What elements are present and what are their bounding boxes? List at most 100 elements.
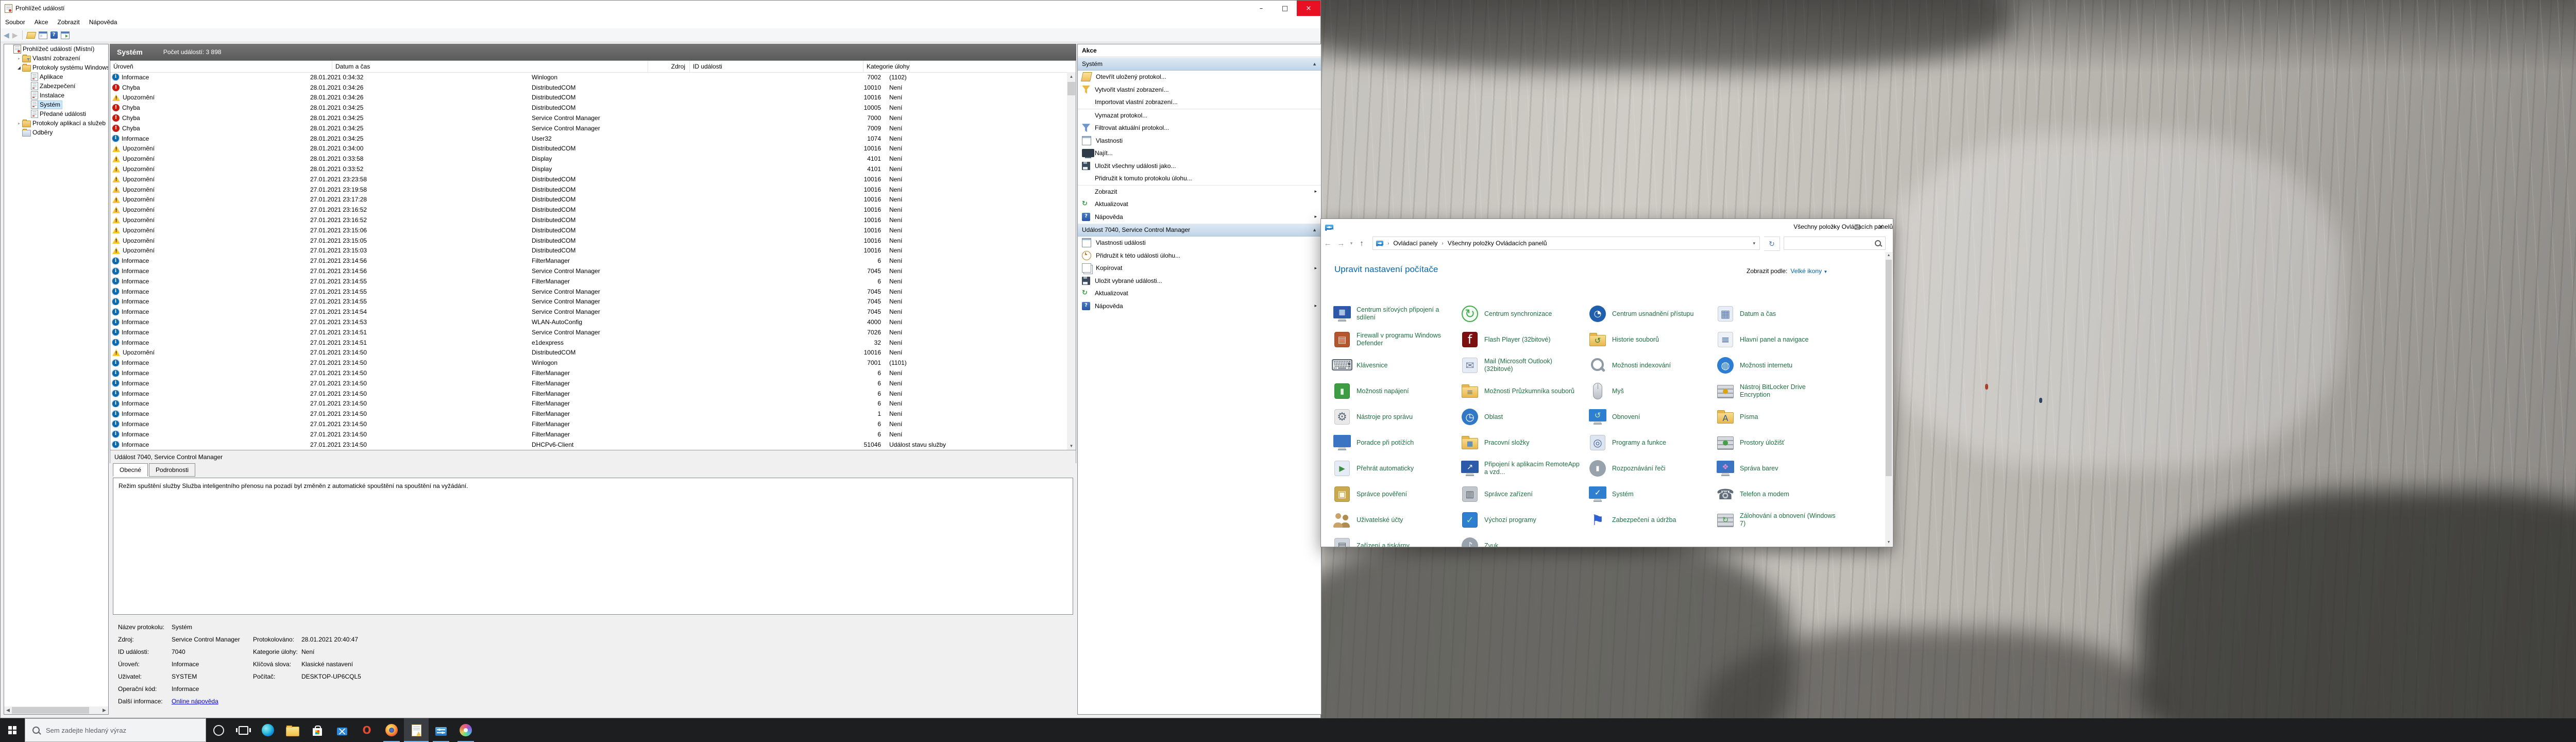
control-panel-item[interactable]: ≡ Hlavní panel a navigace (1716, 328, 1839, 351)
taskbar-app-task-view[interactable] (231, 718, 256, 742)
refresh-icon[interactable]: ↻ (1764, 237, 1780, 251)
taskbar-app-edge[interactable] (256, 718, 280, 742)
action-item[interactable]: Zobrazit ▸ (1078, 184, 1321, 198)
help-icon[interactable] (50, 31, 58, 39)
event-row[interactable]: Upozornění 27.01.2021 23:15:05 Distribut… (110, 235, 1067, 246)
control-panel-item[interactable]: ✓ Výchozí programy (1460, 508, 1584, 532)
taskbar-app-mail[interactable] (330, 718, 354, 742)
up-icon[interactable]: ↑ (1355, 239, 1368, 248)
taskbar-app-control-panel[interactable] (429, 718, 453, 742)
event-row[interactable]: Informace 28.01.2021 0:34:25 User32 1074… (110, 133, 1067, 144)
action-item[interactable]: Přidružit k tomuto protokolu úlohu...▸ (1078, 172, 1321, 185)
menu-item[interactable]: Soubor (1, 16, 30, 28)
tree-item-root[interactable]: Prohlížeč událostí (Místní) (4, 44, 108, 54)
menu-item[interactable]: Akce (30, 16, 53, 28)
control-panel-item[interactable]: ↻ Zálohování a obnovení (Windows 7) (1716, 508, 1839, 532)
control-panel-item[interactable]: Možnosti indexování (1588, 353, 1711, 377)
column-header[interactable]: Kategorie úlohy (863, 61, 910, 72)
taskbar-search-input[interactable]: Sem zadejte hledaný výraz (25, 718, 206, 742)
column-header[interactable]: ID události (690, 61, 863, 72)
control-panel-item[interactable]: ◍ Možnosti internetu (1716, 353, 1839, 377)
breadcrumb-item[interactable]: Všechny položky Ovládacích panelů (1448, 240, 1547, 247)
action-item[interactable]: Importovat vlastní zobrazení...▸ (1078, 96, 1321, 109)
action-item[interactable]: Přidružit k této události úlohu...▸ (1078, 249, 1321, 262)
control-panel-item[interactable]: ◎ Programy a funkce (1588, 431, 1711, 454)
collapse-icon[interactable]: ▲ (1312, 227, 1317, 232)
event-row[interactable]: Informace 27.01.2021 23:14:50 FilterMana… (110, 389, 1067, 399)
column-header[interactable]: Datum a čas (332, 61, 648, 72)
action-item[interactable]: Aktualizovat▸ (1078, 287, 1321, 300)
event-row[interactable]: Upozornění 27.01.2021 23:16:52 Distribut… (110, 205, 1067, 215)
event-row[interactable]: Upozornění 28.01.2021 0:34:00 Distribute… (110, 144, 1067, 154)
event-row[interactable]: Informace 27.01.2021 23:14:54 Service Co… (110, 307, 1067, 317)
event-row[interactable]: Upozornění 27.01.2021 23:23:58 Distribut… (110, 174, 1067, 184)
control-panel-item[interactable]: ▤ Firewall v programu Windows Defender (1332, 328, 1456, 351)
action-item[interactable]: Nápověda ▸ (1078, 300, 1321, 313)
event-row[interactable]: Informace 27.01.2021 23:14:51 e1dexpress… (110, 338, 1067, 348)
control-panel-item[interactable]: ▶ Přehrát automaticky (1332, 457, 1456, 480)
maximize-button[interactable]: □ (1273, 1, 1297, 16)
event-row[interactable]: Informace 27.01.2021 23:14:56 Service Co… (110, 266, 1067, 276)
breadcrumb-dropdown-icon[interactable]: ▾ (1753, 241, 1755, 246)
tree-item[interactable]: Odběry (4, 128, 108, 137)
event-row[interactable]: Informace 27.01.2021 23:14:50 FilterMana… (110, 368, 1067, 378)
adjust-settings-heading[interactable]: Upravit nastavení počítače (1334, 264, 1438, 275)
control-panel-item[interactable]: ♪ Zvuk (1460, 534, 1584, 547)
control-panel-item[interactable]: ↗ Připojení k aplikacím RemoteApp a vzd.… (1460, 457, 1584, 480)
event-row[interactable]: Upozornění 27.01.2021 23:19:58 Distribut… (110, 184, 1067, 195)
action-item[interactable]: Aktualizovat▸ (1078, 198, 1321, 211)
action-item[interactable]: Filtrovat aktuální protokol...▸ (1078, 122, 1321, 134)
console-window-icon[interactable] (38, 31, 47, 39)
event-row[interactable]: Informace 27.01.2021 23:14:50 FilterMana… (110, 429, 1067, 440)
control-panel-item[interactable]: ● Prostory úložišť (1716, 431, 1839, 454)
event-row[interactable]: Informace 27.01.2021 23:14:51 Service Co… (110, 327, 1067, 338)
close-button[interactable]: × (1297, 1, 1320, 16)
event-row[interactable]: Informace 27.01.2021 23:14:50 FilterMana… (110, 409, 1067, 419)
taskbar-app-event-viewer[interactable] (404, 718, 429, 742)
tree-item[interactable]: ◢ Protokoly systému Windows (4, 63, 108, 72)
action-item[interactable]: Nápověda ▸ (1078, 211, 1321, 224)
control-panel-item[interactable]: ↻ Centrum synchronizace (1460, 302, 1584, 326)
taskbar-app-file-explorer[interactable] (280, 718, 305, 742)
event-viewer-titlebar[interactable]: Prohlížeč událostí – □ × (1, 1, 1320, 16)
event-row[interactable]: Chyba 28.01.2021 0:34:26 DistributedCOM … (110, 82, 1067, 93)
tree-item[interactable]: Zabezpečení (4, 81, 108, 91)
control-panel-item[interactable]: ↺ Obnovení (1588, 405, 1711, 429)
show-action-pane-icon[interactable] (60, 31, 70, 39)
control-panel-item[interactable]: ▤ Zařízení a tiskárny (1332, 534, 1456, 547)
action-item[interactable]: Vlastnosti události▸ (1078, 237, 1321, 249)
scrollbar-thumb[interactable] (12, 707, 89, 714)
action-item[interactable]: Najít...▸ (1078, 147, 1321, 160)
control-panel-item[interactable]: Myš (1588, 379, 1711, 403)
control-panel-item[interactable]: ◷ Oblast (1460, 405, 1584, 429)
column-header[interactable]: Úroveň (110, 61, 332, 72)
control-panel-item[interactable]: ▮ Rozpoznávání řeči (1588, 457, 1711, 480)
control-panel-item[interactable]: ✓ Systém (1588, 482, 1711, 506)
action-item[interactable]: Vytvořit vlastní zobrazení...▸ (1078, 83, 1321, 96)
back-icon[interactable] (4, 31, 9, 40)
control-panel-item[interactable]: ▦ Pracovní složky (1460, 431, 1584, 454)
event-row[interactable]: Informace 27.01.2021 23:14:50 FilterMana… (110, 399, 1067, 409)
detail-tab[interactable]: Obecné (113, 463, 148, 477)
breadcrumb-item[interactable]: Ovládací panely (1393, 240, 1437, 247)
event-row[interactable]: Informace 27.01.2021 23:14:50 FilterMana… (110, 378, 1067, 389)
event-row[interactable]: Informace 27.01.2021 23:14:53 WLAN-AutoC… (110, 317, 1067, 327)
control-panel-item[interactable]: ⚙ Nástroje pro správu (1332, 405, 1456, 429)
tree-horizontal-scrollbar[interactable]: ◀ ▶ (4, 706, 108, 714)
action-item[interactable]: Uložit všechny události jako...▸ (1078, 160, 1321, 173)
tree-item[interactable]: Instalace (4, 91, 108, 100)
menu-item[interactable]: Nápověda (84, 16, 122, 28)
event-row[interactable]: Upozornění 27.01.2021 23:14:50 Distribut… (110, 348, 1067, 358)
control-panel-item[interactable]: ☎ Telefon a modem (1716, 482, 1839, 506)
control-panel-item[interactable]: ▣ Správce pověření (1332, 482, 1456, 506)
control-panel-item[interactable]: ↺ Historie souborů (1588, 328, 1711, 351)
event-row[interactable]: Upozornění 27.01.2021 23:15:06 Distribut… (110, 225, 1067, 235)
detail-tab[interactable]: Podrobnosti (149, 463, 196, 477)
event-row[interactable]: Informace 27.01.2021 23:14:55 FilterMana… (110, 276, 1067, 286)
control-panel-item[interactable]: ▥ Správce zařízení (1460, 482, 1584, 506)
minimize-button[interactable]: – (1822, 219, 1845, 234)
action-section-header[interactable]: Systém ▲ (1078, 57, 1321, 71)
control-panel-item[interactable]: A Písma (1716, 405, 1839, 429)
minimize-button[interactable]: – (1249, 1, 1273, 16)
control-panel-item[interactable]: ◔ Centrum usnadnění přístupu (1588, 302, 1711, 326)
